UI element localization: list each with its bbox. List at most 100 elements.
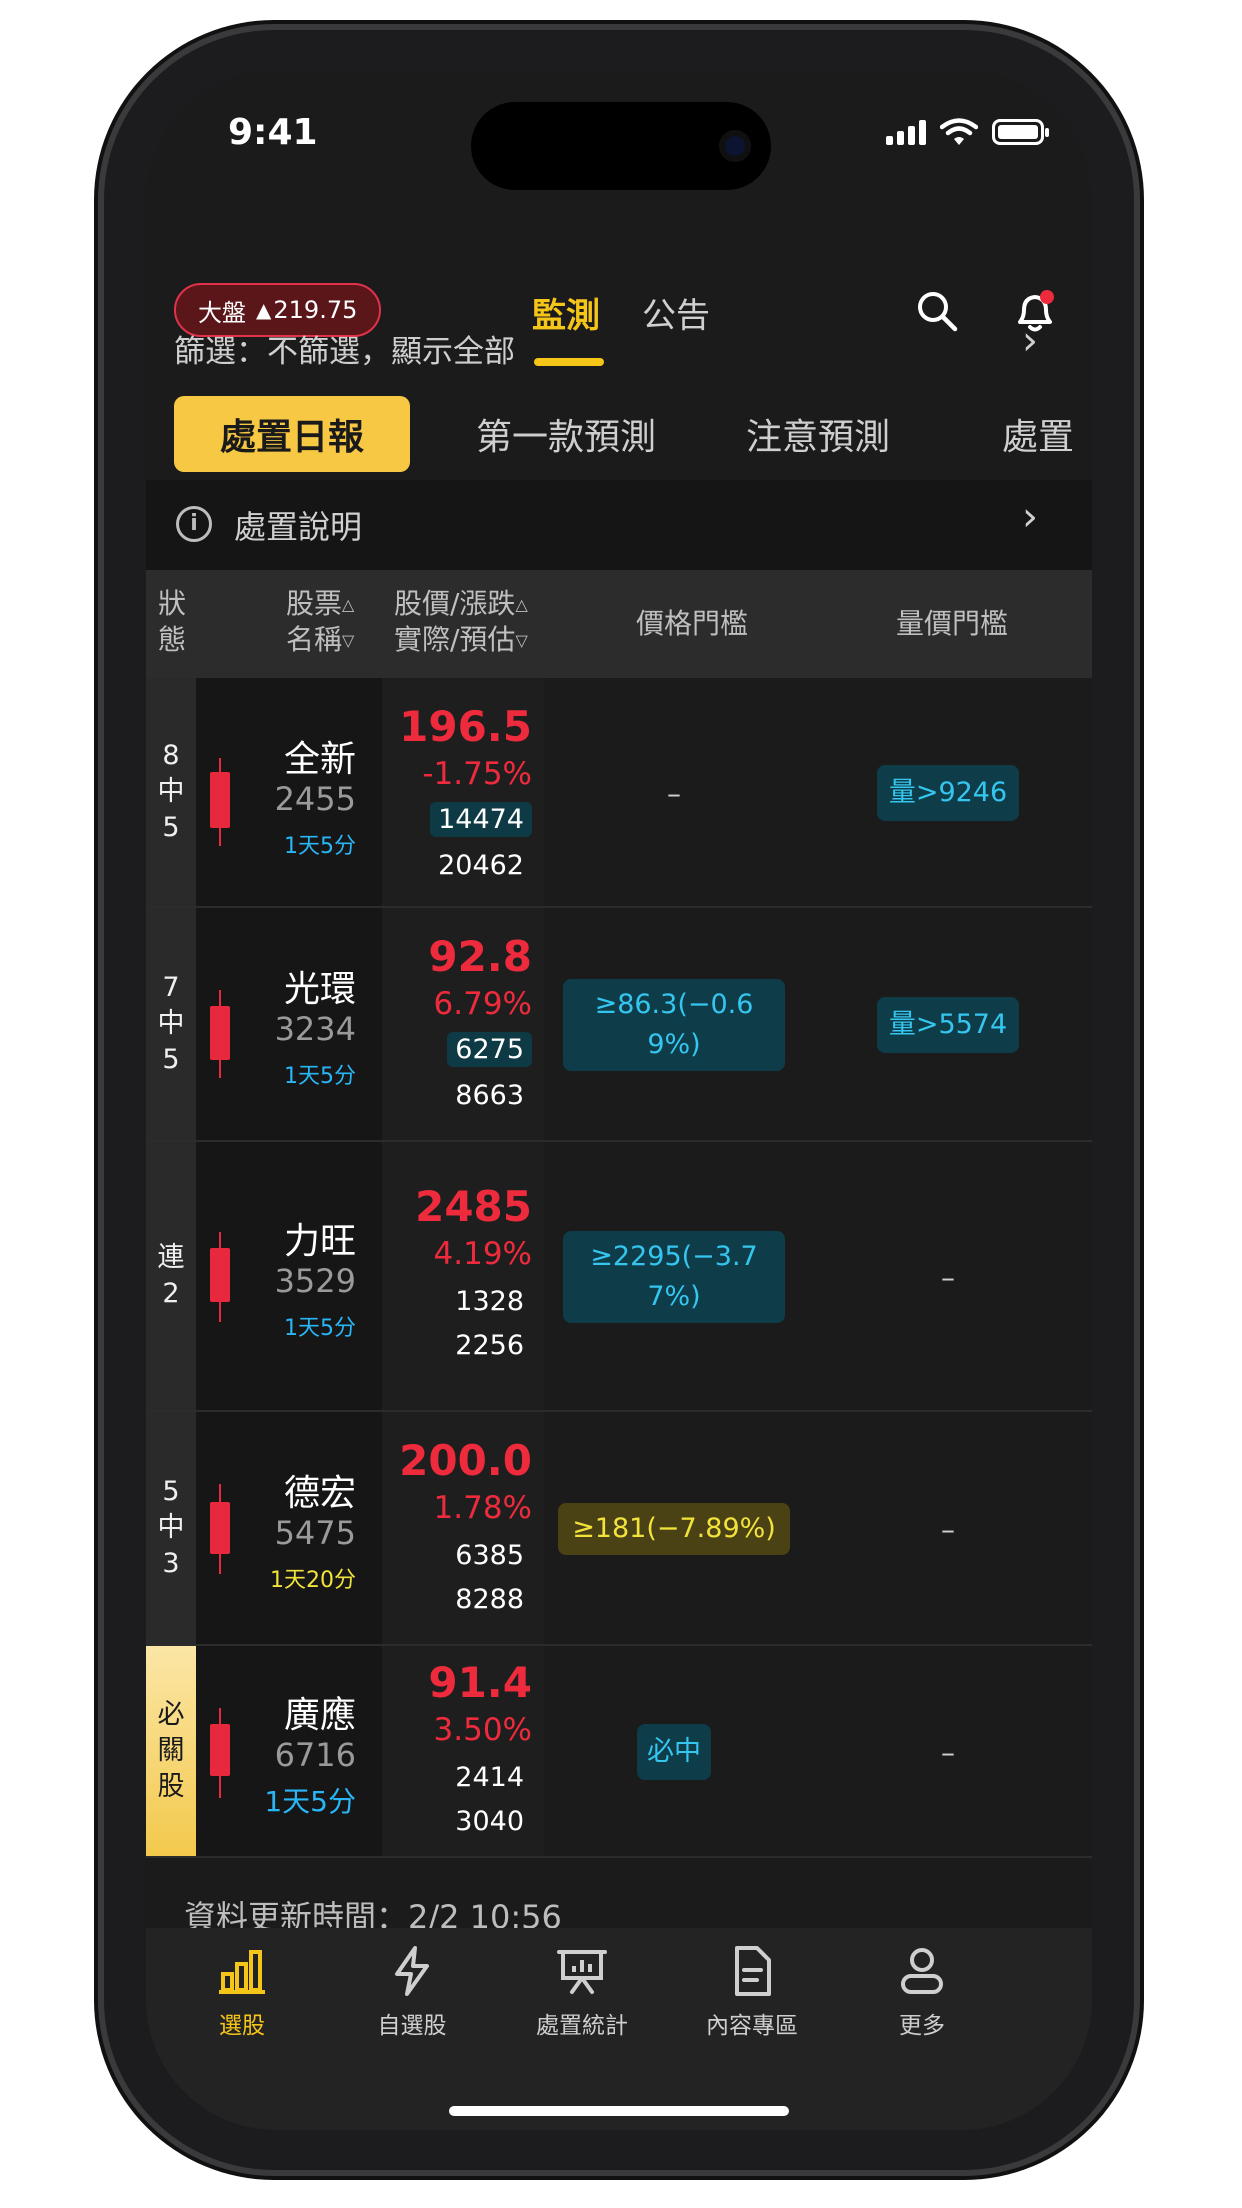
tab-label: 內容專區 [706, 2013, 798, 2039]
stock-cell: 力旺 3529 1天5分 [196, 1142, 382, 1410]
tab-watchlist[interactable]: 自選股 [332, 1944, 492, 2040]
header-price-threshold: 價格門檻 [636, 607, 749, 640]
subtab-daily-report[interactable]: 處置日報 [174, 396, 410, 472]
price-threshold-line2: 9%) [647, 1029, 701, 1060]
tab-more[interactable]: 更多 [842, 1944, 1002, 2040]
stock-code: 3529 [274, 1262, 356, 1300]
stock-name: 光環 [283, 969, 356, 1010]
candlestick-icon [210, 990, 230, 1078]
volume-threshold-cell: – [804, 1412, 1092, 1646]
table-row[interactable]: 8中5 全新 2455 1天5分 196.5 -1.75% 14474 2046… [146, 678, 1092, 908]
lightning-icon [395, 1946, 429, 1996]
stock-change: 6.79% [433, 986, 532, 1022]
stock-cell: 光環 3234 1天5分 [196, 908, 382, 1140]
price-threshold-tag: ≥181(−7.89%) [558, 1503, 790, 1555]
status-text: 連2 [157, 1242, 185, 1309]
table-row[interactable]: 5中3 德宏 5475 1天20分 200.0 1.78% 6385 8288 … [146, 1412, 1092, 1646]
price-cell: 196.5 -1.75% 14474 20462 [382, 678, 544, 906]
stock-change: 3.50% [433, 1712, 532, 1748]
stock-change: -1.75% [422, 756, 532, 792]
table-row[interactable]: 必關股 廣應 6716 1天5分 91.4 3.50% 2414 3040 必中… [146, 1646, 1092, 1858]
status-cell: 8中5 [146, 678, 196, 906]
volume-threshold-tag: 量>9246 [876, 765, 1020, 821]
header-status: 狀態 [158, 587, 187, 656]
subtab-bar: 處置日報 第一款預測 注意預測 處置 [146, 388, 1092, 476]
sort-asc-icon: △ [342, 595, 355, 614]
stock-code: 5475 [274, 1514, 356, 1552]
document-icon [735, 1946, 771, 1996]
person-icon [901, 1948, 943, 1994]
price-cell: 2485 4.19% 1328 2256 [382, 1142, 544, 1410]
volume-actual: 14474 [430, 802, 532, 837]
tab-label: 更多 [899, 2013, 945, 2039]
candlestick-icon [210, 758, 230, 846]
header-stock-name[interactable]: 股票 △ 名稱 ▽ [286, 586, 354, 658]
price-threshold-cell: – [544, 678, 804, 908]
subtab-first-prediction[interactable]: 第一款預測 [476, 396, 656, 472]
stock-code: 3234 [274, 1010, 356, 1048]
candlestick-icon [210, 1708, 230, 1798]
disposal-explanation-row[interactable]: i 處置說明 › [146, 480, 1092, 570]
volume-estimate: 2256 [455, 1330, 524, 1361]
filter-text: 篩選：不篩選，顯示全部 [174, 334, 515, 370]
table-row[interactable]: 連2 力旺 3529 1天5分 2485 4.19% 1328 2256 ≥22… [146, 1142, 1092, 1412]
header-price-line1: 股價/漲跌 [394, 587, 516, 620]
table-row[interactable]: 7中5 光環 3234 1天5分 92.8 6.79% 6275 8663 ≥8… [146, 908, 1092, 1142]
sort-asc-icon: △ [515, 595, 528, 614]
header-volume-threshold: 量價門檻 [896, 607, 1009, 640]
bottom-tab-bar: 選股 自選股 處置統計 內容專區 更多 [146, 1928, 1092, 2130]
stock-name: 德宏 [283, 1473, 356, 1514]
stock-price: 196.5 [399, 702, 532, 751]
status-text: 必關股 [157, 1699, 185, 1802]
bar-chart-icon [219, 1950, 265, 1994]
camera-icon [719, 130, 751, 162]
tab-label: 自選股 [377, 2013, 447, 2039]
volume-threshold-cell: 量>5574 [804, 908, 1092, 1142]
info-icon: i [176, 506, 212, 542]
subtab-attention-prediction[interactable]: 注意預測 [746, 396, 890, 472]
stock-price: 2485 [415, 1182, 532, 1231]
table-header: 狀態 股票 △ 名稱 ▽ 股價/漲跌△ 實際/預估▽ 價格門檻 量價門檻 [146, 570, 1092, 678]
price-threshold-tag: ≥86.3(−0.6 9%) [563, 979, 785, 1071]
price-threshold: – [667, 776, 681, 810]
stock-cell: 德宏 5475 1天20分 [196, 1412, 382, 1644]
header-stock-line1: 股票 [286, 587, 343, 620]
stock-cell: 全新 2455 1天5分 [196, 678, 382, 906]
tab-disposal-stats[interactable]: 處置統計 [502, 1944, 662, 2040]
volume-threshold: – [941, 1512, 955, 1546]
price-threshold-tag: ≥2295(−3.7 7%) [563, 1231, 785, 1323]
chevron-right-icon: › [1022, 494, 1038, 540]
presentation-icon [557, 1950, 607, 1994]
power-button [1134, 720, 1142, 980]
tab-label: 選股 [219, 2013, 265, 2039]
price-threshold-line1: ≥2295(−3.7 [590, 1241, 758, 1272]
status-cell: 7中5 [146, 908, 196, 1140]
tab-content-zone[interactable]: 內容專區 [672, 1944, 832, 2040]
volume-threshold-cell: 量>9246 [804, 678, 1092, 908]
stock-price: 200.0 [399, 1436, 532, 1485]
stock-price: 92.8 [428, 932, 532, 981]
wifi-icon [940, 118, 978, 145]
price-threshold-cell: ≥2295(−3.7 7%) [544, 1142, 804, 1412]
chevron-right-icon: › [1022, 318, 1038, 364]
battery-icon [992, 119, 1049, 145]
stock-duration: 1天5分 [284, 1316, 356, 1341]
stock-duration: 1天5分 [284, 1064, 356, 1089]
stock-name: 廣應 [283, 1695, 356, 1736]
stock-name: 力旺 [283, 1221, 356, 1262]
volume-actual: 6385 [455, 1540, 524, 1571]
filter-row[interactable]: 篩選：不篩選，顯示全部 › [174, 308, 1064, 388]
status-bar: 9:41 [146, 70, 1092, 220]
price-threshold-cell: 必中 [544, 1646, 804, 1858]
header-price-line2: 實際/預估 [394, 623, 516, 656]
header-stock-line2: 名稱 [286, 623, 343, 656]
volume-estimate: 8288 [455, 1584, 524, 1615]
volume-estimate: 8663 [455, 1080, 524, 1111]
tab-stock-picker[interactable]: 選股 [162, 1944, 322, 2040]
price-threshold-tag: 必中 [637, 1724, 711, 1780]
status-text: 5中3 [157, 1476, 185, 1579]
header-price[interactable]: 股價/漲跌△ 實際/預估▽ [394, 586, 528, 658]
volume-threshold: – [941, 1260, 955, 1294]
subtab-disposal[interactable]: 處置 [1002, 396, 1074, 472]
status-cell: 必關股 [146, 1646, 196, 1856]
